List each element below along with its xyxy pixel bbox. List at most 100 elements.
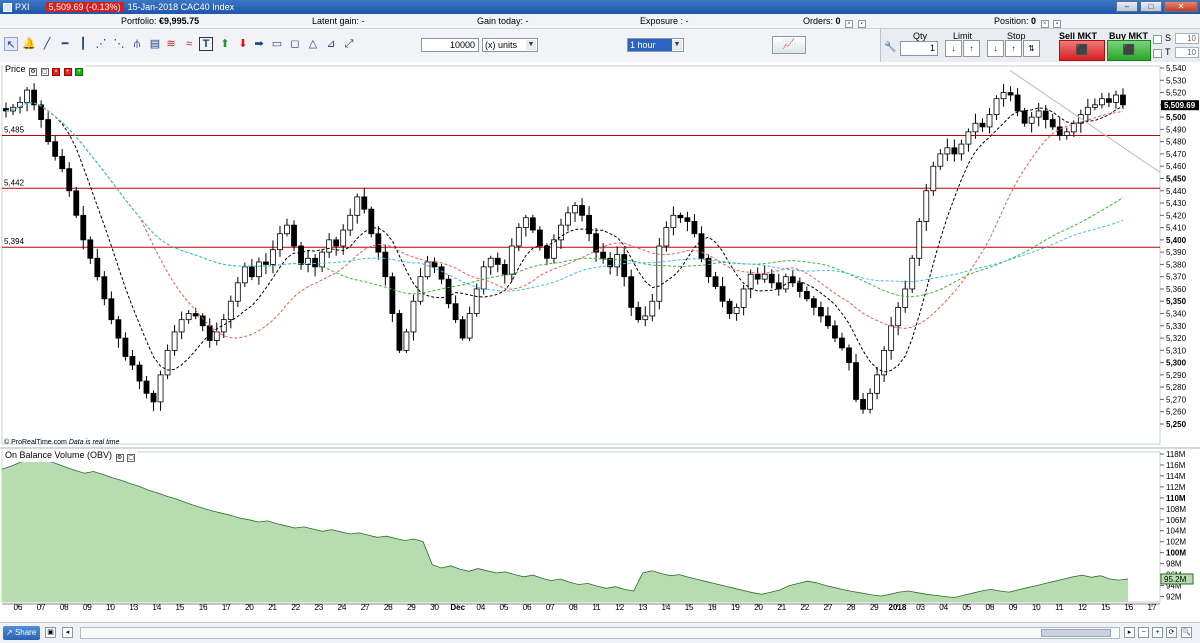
zone-tool-icon[interactable]: ▤: [148, 37, 162, 51]
candle: [768, 273, 775, 284]
measure-tool-icon[interactable]: ⊿: [324, 37, 338, 51]
x-tick-label: 08: [986, 603, 995, 612]
channel-tool-icon[interactable]: ⋰: [94, 37, 108, 51]
position-label: Position:: [994, 16, 1029, 26]
obv-tick-label: 104M: [1166, 527, 1186, 536]
limit-sell-button[interactable]: ↓: [945, 40, 962, 57]
x-tick-label: 12: [1078, 603, 1087, 612]
latent-gain-field: Latent gain: -: [312, 16, 365, 26]
zoom-in-icon[interactable]: +: [1152, 627, 1163, 638]
right-arrow-icon[interactable]: ➡: [252, 37, 266, 51]
rectangle-tool-icon[interactable]: ▭: [270, 37, 284, 51]
chart-type-button[interactable]: 📈: [772, 36, 806, 54]
fan-tool-icon[interactable]: ⋱: [112, 37, 126, 51]
candle: [340, 229, 347, 247]
x-tick-label: 13: [129, 603, 138, 612]
candle: [895, 306, 902, 327]
chart-canvas[interactable]: 5,5405,5305,5205,5105,5005,4905,4805,470…: [0, 62, 1200, 622]
quantity-input[interactable]: 10000: [421, 38, 479, 52]
x-tick-label: 10: [106, 603, 115, 612]
maximize-pane-icon[interactable]: ▢: [40, 68, 49, 76]
units-select[interactable]: (x) units ▼: [482, 38, 538, 52]
candle: [565, 212, 571, 226]
pitchfork-icon[interactable]: ⫛: [130, 37, 144, 51]
candle: [66, 168, 73, 192]
position-detail-icon[interactable]: ▪: [1053, 20, 1062, 28]
limit-buy-button[interactable]: ↑: [963, 40, 980, 57]
candle: [38, 104, 45, 120]
price-tick-label: 5,420: [1166, 211, 1187, 220]
stop-sell-button[interactable]: ↓: [987, 40, 1004, 57]
candle: [586, 214, 592, 235]
stop-order-button[interactable]: ⇅: [1023, 40, 1040, 57]
maximize-button[interactable]: □: [1140, 1, 1162, 12]
s-value[interactable]: 10: [1175, 33, 1199, 44]
obv-tick-label: 114M: [1166, 472, 1186, 481]
candle: [122, 337, 129, 357]
share-button[interactable]: ↗ Share: [3, 626, 40, 640]
scroll-left-icon[interactable]: ◂: [62, 627, 73, 638]
sell-arrow-icon[interactable]: ⬇: [236, 37, 250, 51]
x-tick-label: 15: [685, 603, 694, 612]
sell-mkt-button[interactable]: ⬛: [1059, 40, 1105, 61]
fibonacci-icon[interactable]: ≋: [164, 37, 178, 51]
add-indicator-icon[interactable]: +: [63, 68, 72, 76]
candle: [796, 282, 803, 292]
s-checkbox[interactable]: [1153, 35, 1162, 44]
wrench-icon[interactable]: 🔧: [884, 42, 896, 54]
horizontal-scrollbar[interactable]: [80, 627, 1120, 639]
zoom-reset-icon[interactable]: ⟳: [1166, 627, 1177, 638]
buy-arrow-icon[interactable]: ⬆: [218, 37, 232, 51]
delete-drawings-icon[interactable]: ⤢: [342, 37, 356, 51]
shape-tool-icon[interactable]: ◻: [288, 37, 302, 51]
orders-detail-icon[interactable]: ▪: [857, 20, 866, 28]
price-tick-label: 5,250: [1166, 420, 1187, 429]
screenshot-icon[interactable]: ▣: [45, 627, 56, 638]
t-checkbox[interactable]: [1153, 49, 1162, 58]
chart-type-icon: 📈: [782, 39, 796, 50]
x-tick-label: 05: [962, 603, 971, 612]
x-tick-label: 03: [916, 603, 925, 612]
scrollbar-thumb[interactable]: [1041, 629, 1111, 637]
horizontal-line-icon[interactable]: ━: [58, 37, 72, 51]
candle: [1099, 98, 1105, 106]
candle: [255, 261, 262, 278]
buy-mkt-button[interactable]: ⬛: [1107, 40, 1151, 61]
line-tool-icon[interactable]: ╱: [40, 37, 54, 51]
trade-qty-input[interactable]: 1: [900, 41, 938, 56]
search-icon[interactable]: 🔍: [1181, 627, 1192, 638]
close-button[interactable]: ✕: [1164, 1, 1198, 12]
timeframe-select[interactable]: 1 hour ▼: [627, 38, 684, 52]
candle: [642, 315, 649, 321]
vertical-line-icon[interactable]: ┃: [76, 37, 90, 51]
position-close-icon[interactable]: ×: [1040, 20, 1049, 28]
orders-close-icon[interactable]: ×: [845, 20, 854, 28]
candle: [417, 276, 424, 302]
close-pane-icon[interactable]: ×: [52, 68, 61, 76]
candle: [1063, 131, 1070, 136]
add-object-icon[interactable]: +: [75, 68, 84, 76]
maximize-pane-icon[interactable]: ▢: [127, 454, 136, 462]
fibonacci-fan-icon[interactable]: ≈: [182, 37, 196, 51]
alert-bell-icon[interactable]: 🔔: [22, 37, 36, 51]
zoom-out-icon[interactable]: −: [1138, 627, 1149, 638]
x-tick-label: 2018: [889, 603, 907, 612]
scroll-right-icon[interactable]: ▸: [1124, 627, 1135, 638]
x-tick-label: 17: [1148, 603, 1157, 612]
t-value[interactable]: 10: [1175, 47, 1199, 58]
price-change-badge: 5,509.69 (-0.13%): [45, 2, 124, 12]
settings-icon[interactable]: ⚙: [29, 68, 38, 76]
pointer-tool-icon[interactable]: ↖: [4, 37, 18, 51]
stop-buy-button[interactable]: ↑: [1005, 40, 1022, 57]
price-tick-label: 5,260: [1166, 408, 1187, 417]
candle: [1014, 94, 1021, 112]
minimize-button[interactable]: –: [1116, 1, 1138, 12]
text-tool-icon[interactable]: T: [199, 37, 213, 51]
settings-icon[interactable]: ⚙: [115, 454, 124, 462]
x-tick-label: 04: [939, 603, 948, 612]
x-tick-label: 20: [754, 603, 763, 612]
triangle-tool-icon[interactable]: △: [306, 37, 320, 51]
candle: [192, 313, 199, 317]
x-tick-label: 28: [847, 603, 856, 612]
candle: [17, 101, 23, 108]
